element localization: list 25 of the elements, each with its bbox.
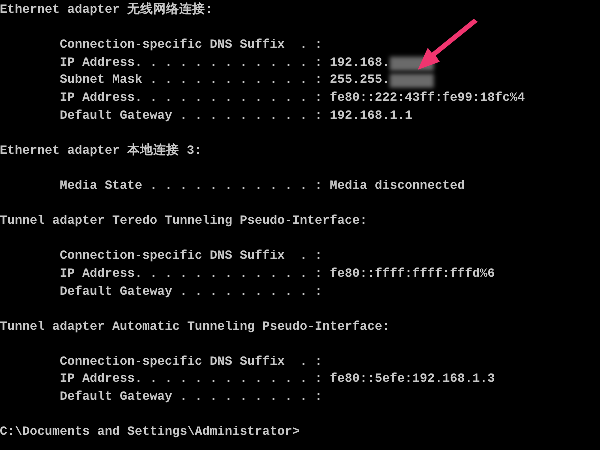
entry-label: Connection-specific DNS Suffix . : bbox=[60, 37, 323, 54]
adapter-heading: Ethernet adapter 本地连接 3: bbox=[0, 142, 204, 160]
entry-label: Connection-specific DNS Suffix . : bbox=[60, 354, 323, 371]
adapter-heading: Tunnel adapter Automatic Tunneling Pseudo-Interface: bbox=[0, 318, 392, 336]
entry-value: Media disconnected bbox=[330, 178, 466, 195]
entry-label: Default Gateway . . . . . . . . . : bbox=[60, 389, 323, 406]
adapter-heading: Ethernet adapter 无线网络连接: bbox=[0, 2, 214, 19]
entry-label: Media State . . . . . . . . . . . : bbox=[60, 178, 323, 195]
adapter-heading: Tunnel adapter Teredo Tunneling Pseudo-Interface: bbox=[0, 213, 369, 230]
entry-label: IP Address. . . . . . . . . . . . : bbox=[60, 90, 323, 107]
entry-label: IP Address. . . . . . . . . . . . : bbox=[60, 371, 323, 388]
entry-value: 192.168.1.1 bbox=[330, 108, 413, 125]
entry-value: 255.255. bbox=[330, 72, 390, 90]
arrow-icon bbox=[418, 19, 478, 70]
entry-label: Default Gateway . . . . . . . . . : bbox=[60, 108, 323, 125]
command-prompt: C:\Documents and Settings\Administrator> bbox=[0, 424, 302, 442]
entry-value: fe80::ffff:ffff:fffd%6 bbox=[330, 266, 496, 283]
entry-value: fe80::222:43ff:fe99:18fc%4 bbox=[330, 90, 526, 107]
entry-label: IP Address. . . . . . . . . . . . : bbox=[60, 266, 323, 283]
entry-value: 192.168. bbox=[330, 54, 390, 72]
entry-label: Connection-specific DNS Suffix . : bbox=[60, 248, 323, 266]
entry-value: fe80::5efe:192.168.1.3 bbox=[330, 371, 496, 388]
entry-label: Subnet Mask . . . . . . . . . . . : bbox=[60, 72, 323, 90]
entry-label: Default Gateway . . . . . . . . . : bbox=[60, 284, 323, 300]
entry-label: IP Address. . . . . . . . . . . . : bbox=[60, 54, 323, 72]
